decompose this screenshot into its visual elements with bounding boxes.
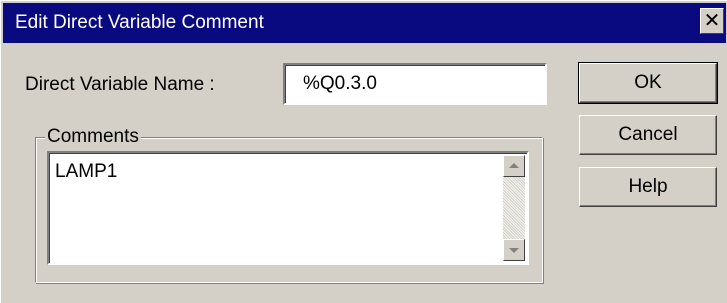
comments-textarea[interactable]: LAMP1: [47, 151, 529, 265]
close-button[interactable]: ✕: [700, 8, 724, 34]
edit-comment-dialog: Edit Direct Variable Comment ✕ Direct Va…: [0, 0, 727, 303]
scroll-down-arrow-icon: [509, 248, 519, 253]
scroll-up-button[interactable]: [503, 155, 525, 177]
scroll-down-button[interactable]: [503, 239, 525, 261]
scroll-up-arrow-icon: [509, 163, 519, 168]
close-icon: ✕: [703, 8, 721, 32]
direct-variable-name-label: Direct Variable Name :: [25, 74, 215, 95]
comments-scrollbar[interactable]: [503, 155, 525, 261]
window-title: Edit Direct Variable Comment: [15, 12, 264, 33]
ok-button[interactable]: OK: [578, 62, 718, 104]
comments-group-label: Comments: [45, 125, 141, 149]
direct-variable-name-field[interactable]: %Q0.3.0: [283, 63, 547, 105]
cancel-button[interactable]: Cancel: [579, 115, 717, 155]
comments-text: LAMP1: [55, 161, 118, 182]
help-button[interactable]: Help: [579, 167, 717, 207]
title-bar[interactable]: Edit Direct Variable Comment ✕: [3, 3, 726, 43]
